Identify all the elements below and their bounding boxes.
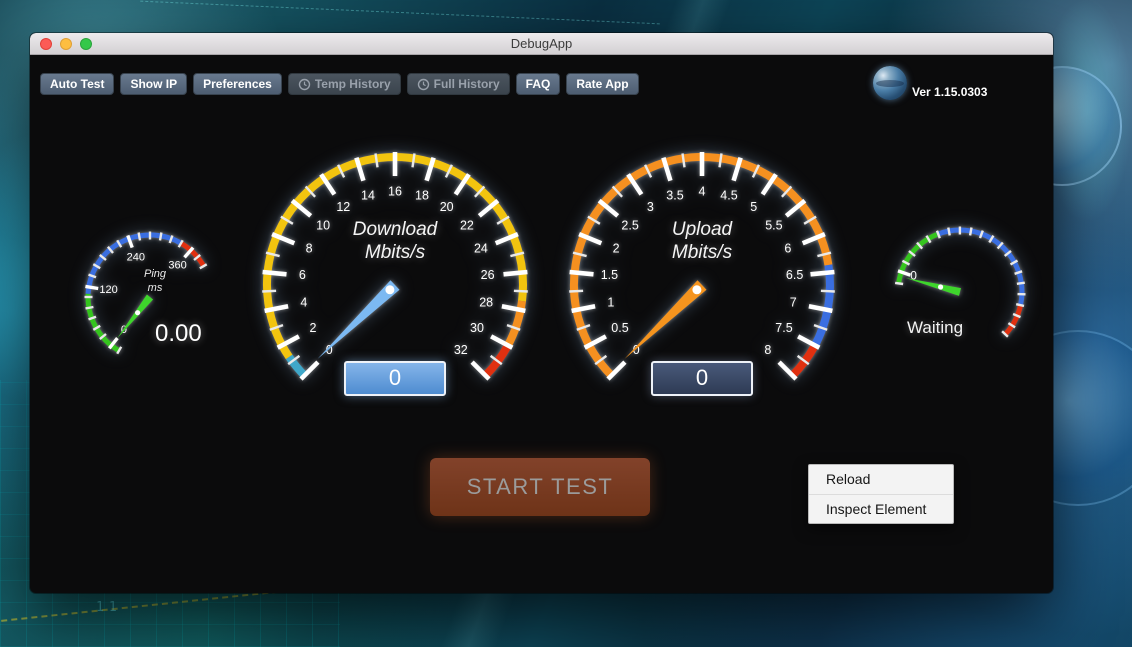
wallpaper-glow: [1042, 0, 1132, 220]
svg-text:7.5: 7.5: [775, 321, 792, 335]
toolbar-button-label: FAQ: [525, 77, 551, 91]
window-title: DebugApp: [510, 36, 573, 51]
download-gauge-unit: Mbits/s: [364, 241, 426, 263]
context-menu-item-reload[interactable]: Reload: [809, 465, 953, 494]
version-label: Ver 1.15.0303: [912, 85, 988, 99]
svg-text:6.5: 6.5: [786, 268, 803, 282]
svg-text:30: 30: [470, 321, 484, 335]
svg-text:4: 4: [300, 295, 307, 309]
download-value: 0: [388, 365, 402, 390]
svg-text:3: 3: [647, 200, 654, 214]
svg-text:7: 7: [790, 295, 797, 309]
upload-gauge-unit: Mbits/s: [671, 241, 733, 263]
toolbar-button-label: Preferences: [203, 77, 272, 91]
toolbar-button-rate-app[interactable]: Rate App: [566, 73, 639, 95]
svg-text:0.5: 0.5: [611, 321, 628, 335]
svg-text:32: 32: [454, 343, 468, 357]
svg-text:20: 20: [440, 200, 454, 214]
svg-text:8: 8: [764, 343, 771, 357]
svg-text:6: 6: [299, 268, 306, 282]
upload-gauge-title: Upload Mbits/s: [602, 219, 802, 265]
app-logo-icon: [873, 66, 907, 100]
ping-value: 0.00: [155, 320, 202, 347]
svg-text:12: 12: [336, 200, 350, 214]
upload-value-box: 0: [651, 361, 753, 396]
toolbar-button-label: Auto Test: [50, 77, 105, 91]
start-test-button[interactable]: START TEST: [430, 458, 650, 516]
app-window: DebugApp Auto Test Show IP Preferences Temp…: [30, 33, 1053, 593]
download-value-box: 0: [344, 361, 446, 396]
desktop-background: 11 DebugApp Auto Test Show IP Preferences T…: [0, 0, 1132, 647]
ping-gauge-dial: 0120240360: [84, 231, 208, 355]
svg-text:240: 240: [127, 251, 145, 263]
svg-text:1.5: 1.5: [601, 268, 618, 282]
toolbar: Auto Test Show IP Preferences Temp History F…: [40, 73, 639, 95]
svg-text:120: 120: [99, 284, 117, 296]
status-gauge-dial: 0: [894, 226, 1026, 338]
svg-text:16: 16: [388, 184, 402, 198]
toolbar-button-temp-history: Temp History: [287, 73, 401, 95]
toolbar-button-full-history: Full History: [406, 73, 510, 95]
close-button[interactable]: [40, 38, 52, 50]
ping-gauge-label: Ping ms: [125, 268, 185, 296]
toolbar-button-label: Full History: [433, 77, 500, 91]
upload-value: 0: [695, 365, 709, 390]
svg-text:4.5: 4.5: [720, 188, 737, 202]
clock-icon: [417, 78, 429, 90]
svg-text:14: 14: [361, 188, 375, 202]
toolbar-button-label: Show IP: [130, 77, 178, 91]
svg-text:28: 28: [479, 295, 493, 309]
svg-text:2: 2: [310, 321, 317, 335]
svg-text:5: 5: [750, 200, 757, 214]
svg-text:4: 4: [699, 184, 706, 198]
toolbar-button-preferences[interactable]: Preferences: [193, 73, 282, 95]
toolbar-button-show-ip[interactable]: Show IP: [120, 73, 188, 95]
svg-text:1: 1: [607, 295, 614, 309]
context-menu: Reload Inspect Element: [808, 464, 954, 524]
toolbar-button-auto-test[interactable]: Auto Test: [40, 73, 115, 95]
wallpaper-corner-text: 11: [96, 600, 122, 615]
svg-text:3.5: 3.5: [666, 188, 683, 202]
download-gauge-name: Download: [352, 219, 438, 240]
wallpaper-dashed-line: [140, 0, 660, 25]
status-label: Waiting: [906, 318, 964, 337]
context-menu-item-inspect-element[interactable]: Inspect Element: [809, 494, 953, 523]
toolbar-button-label: Temp History: [314, 77, 391, 91]
toolbar-button-label: Rate App: [576, 77, 629, 91]
ping-gauge-unit: ms: [147, 281, 163, 294]
download-gauge-title: Download Mbits/s: [295, 219, 495, 265]
ping-gauge-name: Ping: [143, 268, 167, 280]
toolbar-button-faq[interactable]: FAQ: [515, 73, 561, 95]
svg-text:18: 18: [415, 188, 429, 202]
upload-gauge-name: Upload: [671, 219, 733, 240]
zoom-button[interactable]: [80, 38, 92, 50]
window-titlebar[interactable]: DebugApp: [30, 33, 1053, 55]
clock-icon: [298, 78, 311, 90]
minimize-button[interactable]: [60, 38, 72, 50]
svg-text:26: 26: [481, 268, 495, 282]
traffic-lights: [40, 38, 92, 50]
